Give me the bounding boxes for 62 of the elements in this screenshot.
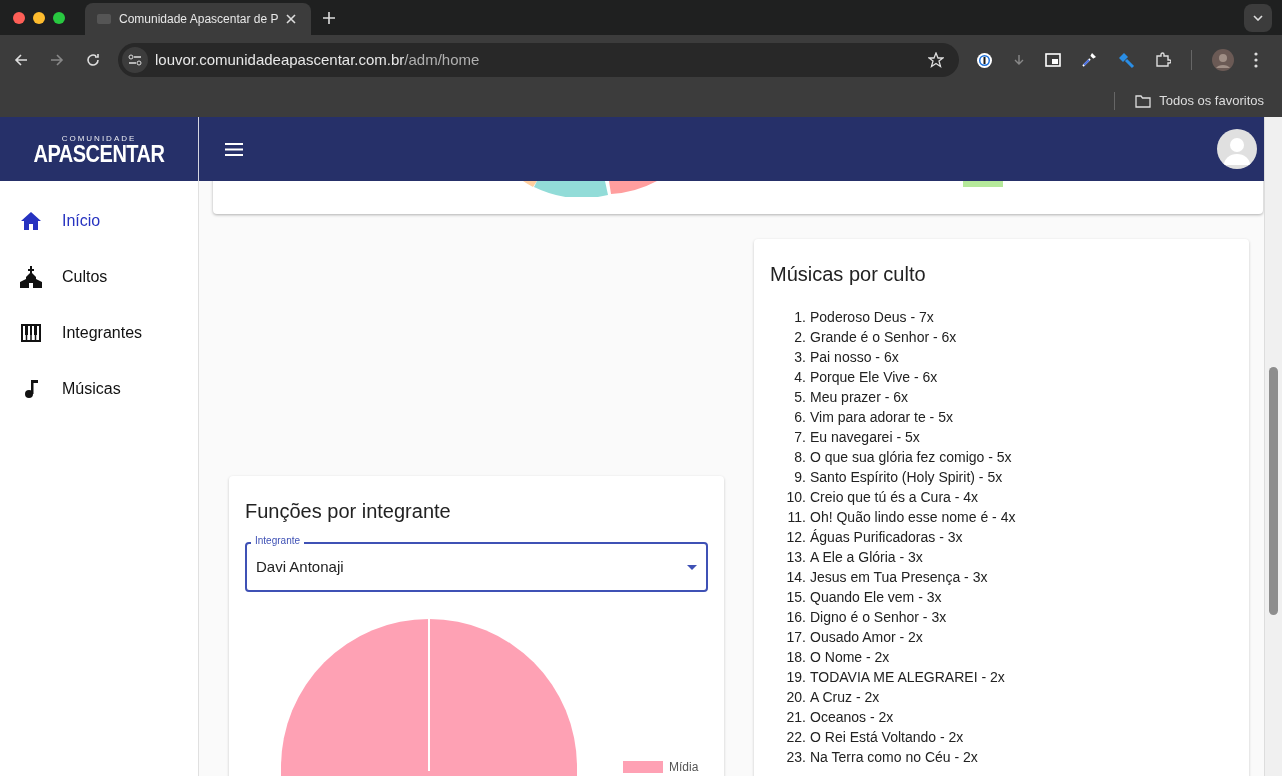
sidebar-item[interactable]: Integrantes — [0, 305, 198, 361]
list-number: 7. — [793, 428, 807, 447]
list-number: 10. — [785, 488, 807, 507]
song-list-item: Porque Ele Vive - 6x — [810, 368, 938, 387]
song-list-item: Digno é o Senhor - 3x — [810, 608, 947, 627]
song-list-item: Quando Ele vem - 3x — [810, 588, 942, 607]
song-list-item: Águas Purificadoras - 3x — [810, 528, 963, 547]
list-number: 18. — [785, 648, 807, 667]
address-bar[interactable]: louvor.comunidadeapascentar.com.br/adm/home — [118, 43, 959, 77]
song-list-item: Na Terra como no Céu - 2x — [810, 748, 978, 767]
song-list-item: Meu prazer - 6x — [810, 388, 909, 407]
select-label: Integrante — [251, 536, 305, 546]
card-title: Funções por integrante — [245, 499, 452, 524]
list-number: 13. — [785, 548, 807, 567]
bookmarks-link[interactable]: Todos os favoritos — [1159, 91, 1264, 111]
list-number: 2. — [793, 328, 807, 347]
url-text: louvor.comunidadeapascentar.com.br/adm/home — [155, 49, 480, 70]
song-list-item: Eu navegarei - 5x — [810, 428, 920, 447]
list-number: 14. — [785, 568, 807, 587]
song-list-item: A Cruz - 2x — [810, 688, 880, 707]
song-list-item: O que sua glória fez comigo - 5x — [810, 448, 1012, 467]
list-number: 19. — [785, 668, 807, 687]
legend-label: Mídia — [669, 759, 699, 776]
list-number: 15. — [785, 588, 807, 607]
list-number: 1. — [793, 308, 807, 327]
song-list-item: O Rei Está Voltando - 2x — [810, 728, 964, 747]
song-list-item: Jesus em Tua Presença - 3x — [810, 568, 988, 587]
list-number: 16. — [785, 608, 807, 627]
list-number: 20. — [785, 688, 807, 707]
list-number: 8. — [793, 448, 807, 467]
list-number: 4. — [793, 368, 807, 387]
tab-title: Comunidade Apascentar de P — [119, 11, 279, 28]
song-list-item: Santo Espírito (Holy Spirit) - 5x — [810, 468, 1003, 487]
song-list-item: Vim para adorar te - 5x — [810, 408, 953, 427]
song-list-item: Grande é o Senhor - 6x — [810, 328, 957, 347]
logo-subtitle: COMUNIDADE — [61, 134, 137, 143]
list-number: 22. — [785, 728, 807, 747]
list-number: 3. — [793, 348, 807, 367]
song-list-item: Pai nosso - 6x — [810, 348, 899, 367]
song-list-item: Oceanos - 2x — [810, 708, 894, 727]
browser-tab[interactable]: Comunidade Apascentar de P — [85, 3, 311, 35]
song-list-item: Ousado Amor - 2x — [810, 628, 923, 647]
list-number: 21. — [785, 708, 807, 727]
list-number: 17. — [785, 628, 807, 647]
song-list-item: TODAVIA ME ALEGRAREI - 2x — [810, 668, 1005, 687]
list-number: 23. — [785, 748, 807, 767]
list-number: 12. — [785, 528, 807, 547]
list-number: 9. — [793, 468, 807, 487]
logo-text: APASCENTAR — [33, 142, 165, 165]
song-list-item: A Ele a Glória - 3x — [810, 548, 923, 567]
song-list-item: O Nome - 2x — [810, 648, 890, 667]
card-title: Músicas por culto — [770, 262, 927, 287]
sidebar-item[interactable]: Início — [0, 193, 198, 249]
list-number: 5. — [793, 388, 807, 407]
song-list-item: Creio que tú és a Cura - 4x — [810, 488, 979, 507]
sidebar-item[interactable]: Cultos — [0, 249, 198, 305]
song-list-item: Poderoso Deus - 7x — [810, 308, 934, 327]
sidebar-item[interactable]: Músicas — [0, 361, 198, 417]
select-value: Davi Antonaji — [256, 556, 344, 577]
list-number: 6. — [793, 408, 807, 427]
song-list-item: Oh! Quão lindo esse nome é - 4x — [810, 508, 1016, 527]
list-number: 11. — [786, 508, 807, 527]
